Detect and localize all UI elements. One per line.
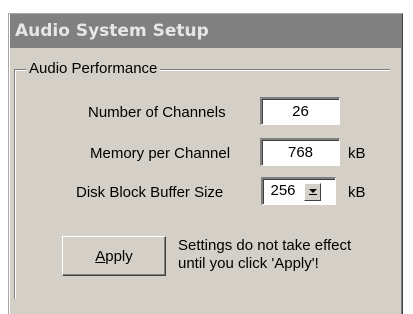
apply-note: Settings do not take effect until you cl… [178, 237, 388, 273]
memory-label: Memory per Channel [90, 145, 231, 162]
group-label: Audio Performance [26, 60, 161, 78]
disk-buffer-value: 256 [270, 182, 296, 199]
apply-button-label: Apply [95, 247, 133, 265]
window-title: Audio System Setup [15, 21, 209, 41]
disk-buffer-select[interactable]: 256 [261, 177, 336, 205]
channels-input[interactable] [260, 97, 340, 125]
disk-buffer-label: Disk Block Buffer Size [76, 184, 224, 201]
title-bar[interactable]: Audio System Setup [10, 14, 402, 48]
down-arrow-icon [309, 189, 317, 195]
channels-label: Number of Channels [88, 104, 226, 121]
memory-unit: kB [348, 145, 366, 162]
disk-buffer-unit: kB [348, 184, 366, 201]
apply-note-line-1: Settings do not take effect [178, 237, 352, 254]
dropdown-button[interactable] [304, 183, 321, 201]
apply-note-line-2: until you click 'Apply'! [178, 255, 319, 272]
window-right-edge [401, 14, 402, 314]
memory-input[interactable] [260, 138, 340, 166]
apply-button[interactable]: Apply [62, 236, 166, 276]
